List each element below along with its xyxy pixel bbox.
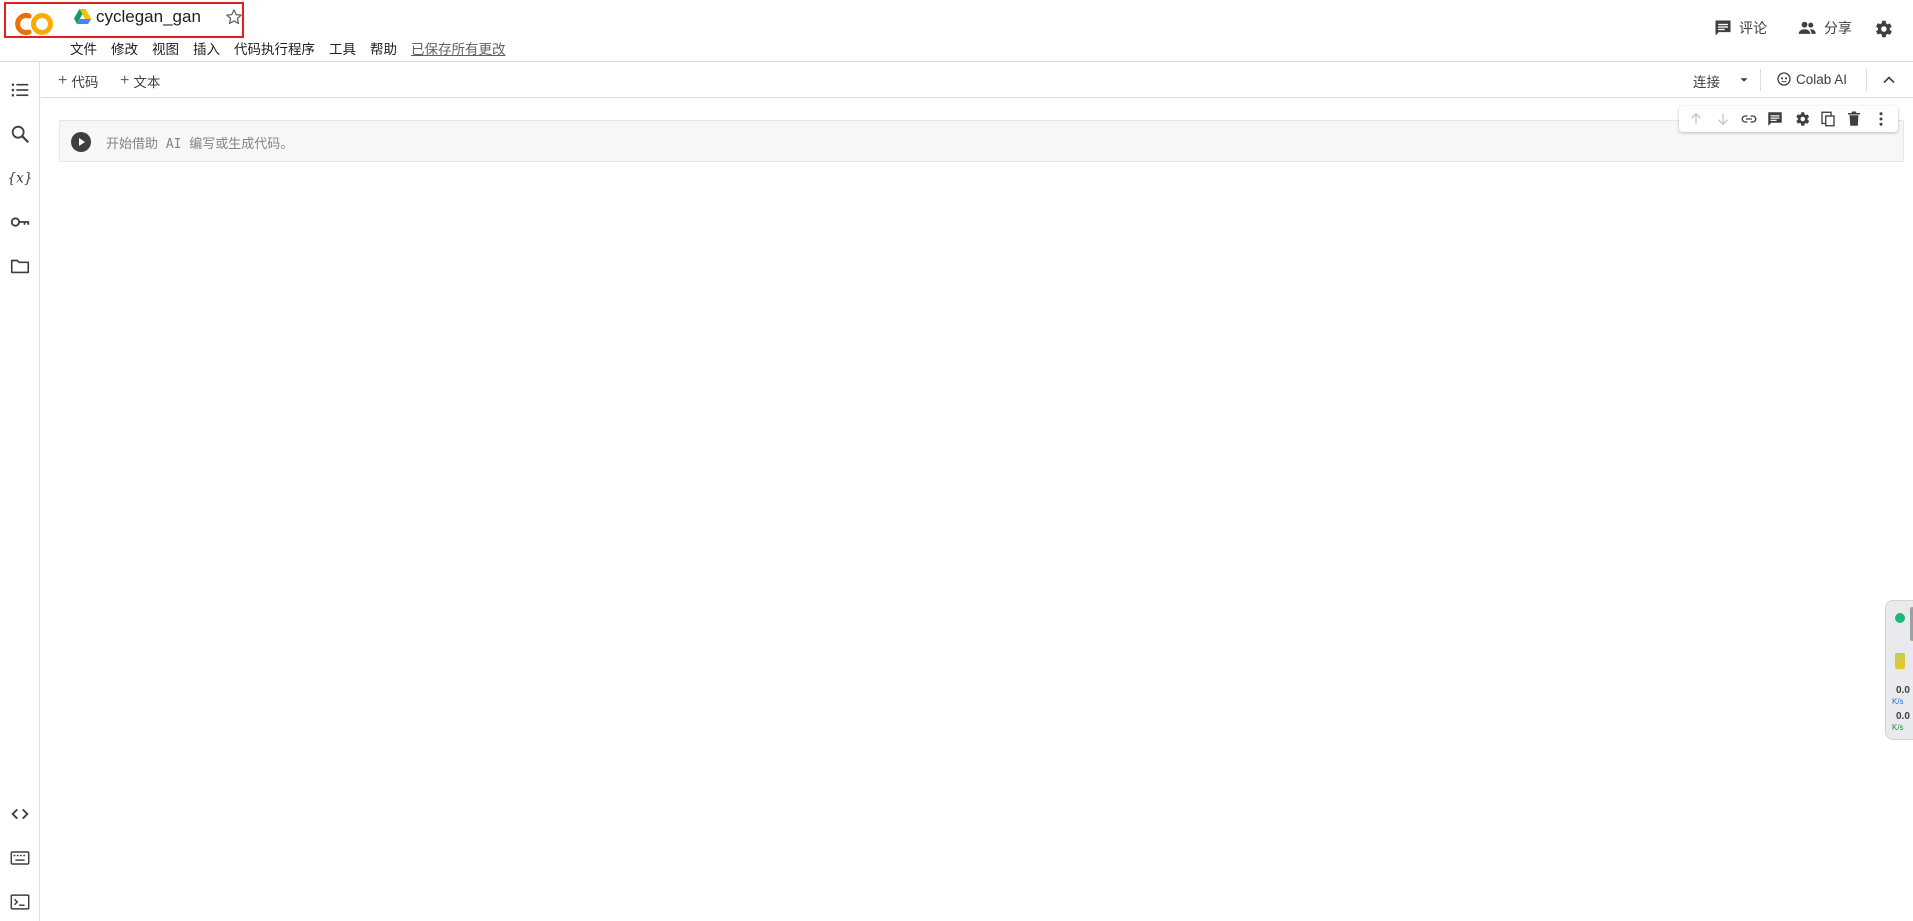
mirror-cell-icon[interactable] [1819, 110, 1837, 128]
status-indicator-dot [1895, 613, 1905, 623]
delete-cell-icon[interactable] [1845, 110, 1863, 128]
secrets-key-icon[interactable] [9, 211, 31, 233]
menu-insert[interactable]: 插入 [193, 38, 220, 58]
comment-label: 评论 [1739, 20, 1767, 36]
resource-unit-2: K/s [1892, 723, 1904, 732]
add-code-button[interactable]: + 代码 [58, 71, 98, 91]
resource-unit-1: K/s [1892, 697, 1904, 706]
colab-ai-button[interactable]: Colab AI [1776, 71, 1847, 87]
move-cell-up-icon[interactable] [1687, 110, 1705, 128]
more-options-icon[interactable] [1872, 110, 1890, 128]
table-of-contents-icon[interactable] [9, 79, 31, 101]
people-icon [1798, 21, 1816, 34]
search-icon[interactable] [9, 123, 31, 145]
menu-help[interactable]: 帮助 [370, 38, 397, 58]
menu-runtime[interactable]: 代码执行程序 [234, 38, 315, 58]
saved-status[interactable]: 已保存所有更改 [411, 38, 506, 58]
terminal-icon[interactable] [9, 891, 31, 913]
app-header: cyclegan_gan 文件 修改 视图 插入 代码执行程序 工具 帮助 已保… [0, 0, 1913, 62]
add-text-button[interactable]: + 文本 [120, 71, 160, 91]
resource-value-2: 0.0 [1896, 711, 1910, 722]
cell-toolbar [1679, 106, 1898, 132]
colab-ai-icon [1777, 72, 1791, 86]
menu-tools[interactable]: 工具 [329, 38, 356, 58]
resource-value-1: 0.0 [1896, 685, 1910, 696]
plus-icon: + [58, 72, 68, 89]
command-palette-icon[interactable] [9, 847, 31, 869]
resource-monitor-widget[interactable]: 0.0 K/s 0.0 K/s [1885, 600, 1913, 740]
left-sidebar: {x} [0, 62, 40, 921]
notebook-toolbar: + 代码 + 文本 连接 Colab AI [41, 62, 1913, 98]
connect-button[interactable]: 连接 [1693, 71, 1720, 91]
toolbar-divider [1866, 69, 1867, 91]
toolbar-divider [1760, 69, 1761, 91]
title-highlight-box [4, 2, 244, 38]
settings-gear-icon[interactable] [1872, 18, 1894, 40]
collapse-chevron-up-icon[interactable] [1879, 70, 1899, 90]
share-label: 分享 [1824, 20, 1852, 36]
share-button[interactable]: 分享 [1796, 18, 1852, 38]
cell-placeholder-text[interactable]: 开始借助 AI 编写或生成代码。 [106, 133, 293, 152]
link-icon[interactable] [1740, 110, 1758, 128]
move-cell-down-icon[interactable] [1714, 110, 1732, 128]
add-comment-icon[interactable] [1766, 110, 1784, 128]
code-snippets-icon[interactable] [9, 803, 31, 825]
comment-icon [1715, 20, 1731, 36]
add-code-label: 代码 [71, 75, 99, 90]
files-folder-icon[interactable] [9, 255, 31, 277]
colab-ai-label: Colab AI [1796, 71, 1848, 87]
menu-edit[interactable]: 修改 [111, 38, 138, 58]
connect-dropdown-arrow-icon[interactable] [1737, 73, 1751, 87]
menu-view[interactable]: 视图 [152, 38, 179, 58]
plus-icon: + [120, 72, 130, 89]
run-cell-play-icon[interactable] [69, 130, 93, 154]
variables-icon[interactable]: {x} [9, 167, 31, 189]
code-cell[interactable]: 开始借助 AI 编写或生成代码。 [59, 120, 1904, 162]
svg-text:{x}: {x} [9, 171, 31, 187]
add-text-label: 文本 [133, 75, 161, 90]
connect-label: 连接 [1693, 75, 1720, 90]
ram-usage-bar-icon [1895, 653, 1905, 669]
cell-settings-gear-icon[interactable] [1793, 110, 1811, 128]
menu-file[interactable]: 文件 [70, 38, 97, 58]
menu-bar: 文件 修改 视图 插入 代码执行程序 工具 帮助 已保存所有更改 [70, 38, 506, 58]
comment-button[interactable]: 评论 [1713, 18, 1767, 38]
